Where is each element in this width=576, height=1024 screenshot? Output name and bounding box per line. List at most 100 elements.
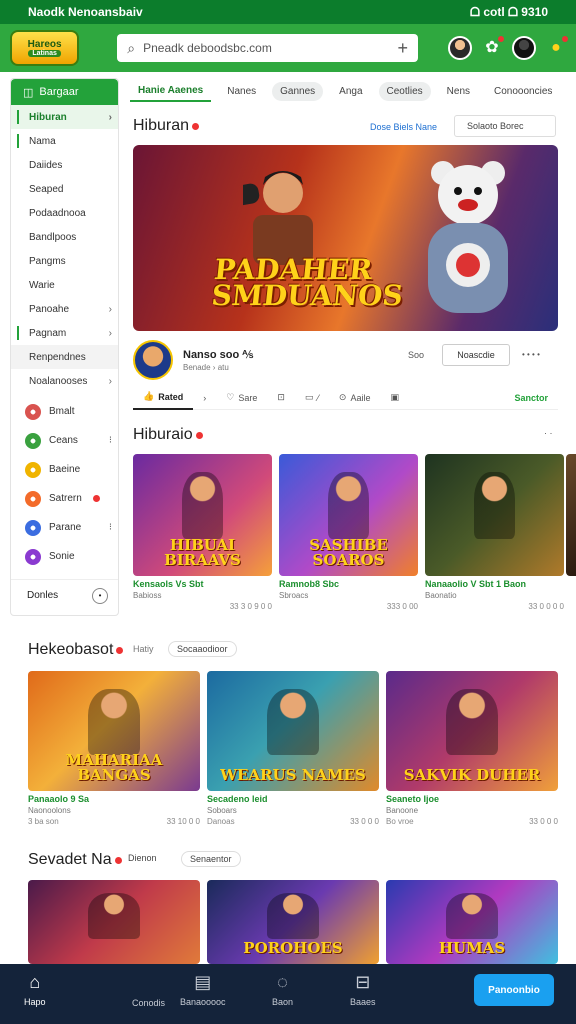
video-card[interactable]: HIBUAI BIRAAVS Kensaols Vs Sbt Babioss 33 3… (133, 454, 272, 611)
bottom-nav: Panoonbio ⌂ Hapo Conodis ▤ Banaooooc ◌ Baon ⊟ Ba… (0, 964, 576, 1024)
action-right[interactable]: Sanctor (504, 386, 558, 410)
sidebar-game-item[interactable]: Ceans ⁝ (11, 426, 118, 455)
video-thumbnail[interactable] (28, 880, 200, 964)
sidebar-item[interactable]: Panoahe › (11, 297, 118, 321)
section2-filter-label[interactable]: Hatiy (133, 644, 154, 654)
bottom-nav-item[interactable]: Conodis (132, 998, 165, 1008)
sidebar-item[interactable]: Warie (11, 273, 118, 297)
sidebar-item-label: Nama (29, 135, 56, 147)
avatar[interactable] (448, 36, 472, 60)
hero-banner[interactable]: PADAHER SMDUANOS (133, 145, 558, 331)
action-item[interactable]: ▣ (380, 386, 409, 410)
video-title[interactable]: Secadeno leid (207, 794, 379, 804)
sidebar-item[interactable]: Pangms (11, 249, 118, 273)
video-title[interactable]: Panaaolo 9 Sa (28, 794, 200, 804)
sidebar-item[interactable]: Pagnam › (11, 321, 118, 345)
video-card[interactable]: POROHOES (207, 880, 379, 964)
more-circle-icon[interactable]: • (92, 587, 108, 604)
channel-avatar[interactable] (133, 340, 173, 380)
video-meta-right: 33 0 0 0 0 (528, 602, 564, 611)
video-title[interactable]: Nanaaolio V Sbt 1 Baon (425, 579, 564, 589)
action-item[interactable]: ⊡ (267, 386, 295, 410)
section3-label[interactable]: Dienon (120, 851, 165, 865)
tab-item[interactable]: Anga (331, 82, 370, 101)
sidebar-game-item[interactable]: Sonie (11, 542, 118, 571)
video-card[interactable]: Nanaaolio V Sbt 1 Baon Baonatio 33 0 0 0 0 (425, 454, 564, 611)
sidebar-item[interactable]: Bandlpoos (11, 225, 118, 249)
video-thumbnail[interactable] (425, 454, 564, 576)
nav-label: Banaooooc (180, 997, 226, 1007)
video-card[interactable]: HUMAS (386, 880, 558, 964)
sidebar-item[interactable]: Podaadnooa (11, 201, 118, 225)
video-card[interactable] (28, 880, 200, 964)
sidebar-game-item[interactable]: Bmalt (11, 397, 118, 426)
action-item[interactable]: › (193, 386, 216, 410)
search-input[interactable]: ⌕ Pneadk deboodsbc.com + (117, 34, 418, 62)
video-card[interactable]: WEARUS NAMES Secadeno leid Soboars Danoas 33… (207, 671, 379, 826)
next-card-peek[interactable] (566, 454, 576, 576)
video-title[interactable]: Seaneto Ijoe (386, 794, 558, 804)
sort-select[interactable]: Solaoto Borec (454, 115, 556, 137)
section3-chip[interactable]: Senaentor (181, 851, 241, 867)
bottom-nav-item[interactable]: ◌ Baon (272, 972, 293, 1007)
bottom-nav-item[interactable]: ⊟ Baaes (350, 972, 376, 1007)
sidebar-game-item[interactable]: Parane ⁝ (11, 513, 118, 542)
video-card[interactable]: SAKVIK DUHER Seaneto Ijoe Banoone Bo vroe 33… (386, 671, 558, 826)
add-icon[interactable]: + (397, 38, 408, 59)
bottom-cta-button[interactable]: Panoonbio (474, 974, 554, 1006)
action-item[interactable]: ▭ ⁄ (295, 386, 329, 410)
status-bar: Naodk Nenoansbaiv ᗝ cotl ᗝ 9310 (0, 0, 576, 24)
section-hekeobasot-title: Hekeobasot (28, 641, 124, 659)
video-thumbnail[interactable]: SASHIBE SOAROS (279, 454, 418, 576)
channel-name[interactable]: Nanso soo ⅍ (183, 349, 253, 361)
sidebar-item[interactable]: Seaped (11, 177, 118, 201)
thumbnail-character (267, 892, 319, 939)
sidebar-header[interactable]: ◫ Bargaar (11, 79, 118, 105)
video-thumbnail[interactable]: SAKVIK DUHER (386, 671, 558, 791)
game-icon (25, 461, 41, 478)
video-thumbnail[interactable]: POROHOES (207, 880, 379, 964)
sidebar-game-item[interactable]: Baeine (11, 455, 118, 484)
tab-item[interactable]: Nanes (219, 82, 264, 101)
sidebar-item[interactable]: Nama (11, 129, 118, 153)
tab-item[interactable]: Ceotlies (378, 81, 431, 101)
section-menu[interactable]: · · (544, 428, 553, 438)
video-card[interactable]: SASHIBE SOAROS Ramnob8 Sbc Sbroacs 333 0 00 (279, 454, 418, 611)
sidebar-item[interactable]: Noalanooses › (11, 369, 118, 393)
notification-icon[interactable]: ● (546, 36, 568, 58)
tab-item[interactable]: Nens (439, 82, 478, 101)
flower-icon[interactable]: ✿ (482, 36, 504, 58)
action-icon: 👍 (143, 391, 155, 401)
bottom-nav-item[interactable]: ▤ Banaooooc (180, 972, 226, 1007)
video-thumbnail[interactable]: MAHARIAA BANGAS (28, 671, 200, 791)
tab-item[interactable]: Conoooncies (486, 82, 560, 101)
video-thumbnail[interactable]: WEARUS NAMES (207, 671, 379, 791)
profile-avatar[interactable] (512, 36, 536, 60)
bottom-nav-item[interactable]: ⌂ Hapo (24, 972, 46, 1007)
sidebar-item[interactable]: Daiides (11, 153, 118, 177)
action-item[interactable]: ♡ Sare (216, 386, 267, 410)
sidebar-game-item[interactable]: Satrern (11, 484, 118, 513)
video-meta-right: 33 0 0 0 (529, 817, 558, 826)
more-dots[interactable]: • • • • (522, 350, 540, 359)
more-icon[interactable]: ⁝ (109, 435, 112, 446)
more-icon[interactable]: ⁝ (109, 522, 112, 533)
action-item[interactable]: 👍 Rated (133, 386, 194, 410)
sidebar-item[interactable]: Renpendnes (11, 345, 118, 369)
app-logo[interactable]: Hareos Latinas (10, 30, 80, 66)
video-title[interactable]: Ramnob8 Sbc (279, 579, 418, 589)
action-item[interactable]: ⊙ Aaile (329, 386, 381, 410)
video-title[interactable]: Kensaols Vs Sbt (133, 579, 272, 589)
tab-item[interactable]: Hanie Aaenes (130, 81, 212, 102)
video-thumbnail[interactable]: HUMAS (386, 880, 558, 964)
featured-links[interactable]: Dose Biels Nane (370, 122, 437, 132)
sidebar-item-label: Warie (29, 279, 55, 291)
video-thumbnail[interactable]: HIBUAI BIRAAVS (133, 454, 272, 576)
tab-item[interactable]: Gannes (272, 81, 324, 101)
sidebar-item[interactable]: Hiburan › (11, 105, 118, 129)
thumbnail-title: SASHIBE SOAROS (309, 536, 388, 569)
section2-chip[interactable]: Socaaodioor (168, 641, 237, 657)
sidebar-footer[interactable]: Donles • (11, 579, 118, 611)
subscribe-button[interactable]: Noascdie (442, 344, 510, 366)
video-card[interactable]: MAHARIAA BANGAS Panaaolo 9 Sa Naonoolons 3 … (28, 671, 200, 826)
